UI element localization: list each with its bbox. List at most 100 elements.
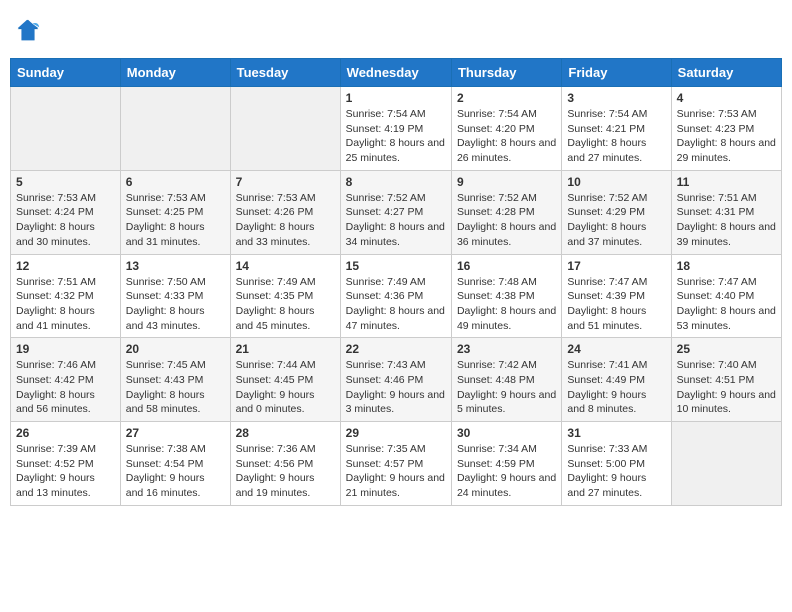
calendar-cell-1-4: 9Sunrise: 7:52 AMSunset: 4:28 PMDaylight… [451,170,561,254]
cell-line-1: Sunset: 4:39 PM [567,290,645,302]
cell-line-1: Sunset: 4:42 PM [16,374,94,386]
day-number: 29 [346,426,446,440]
cell-line-2: Daylight: 8 hours and 26 minutes. [457,137,556,164]
calendar-cell-1-0: 5Sunrise: 7:53 AMSunset: 4:24 PMDaylight… [11,170,121,254]
day-number: 31 [567,426,665,440]
day-number: 6 [126,175,225,189]
cell-line-1: Sunset: 4:21 PM [567,123,645,135]
cell-line-2: Daylight: 8 hours and 56 minutes. [16,389,95,416]
day-number: 15 [346,259,446,273]
calendar-cell-0-0 [11,87,121,171]
day-number: 9 [457,175,556,189]
calendar-cell-3-6: 25Sunrise: 7:40 AMSunset: 4:51 PMDayligh… [671,338,781,422]
day-number: 7 [236,175,335,189]
cell-line-2: Daylight: 8 hours and 30 minutes. [16,221,95,248]
calendar-week-1: 5Sunrise: 7:53 AMSunset: 4:24 PMDaylight… [11,170,782,254]
cell-line-0: Sunrise: 7:36 AM [236,443,316,455]
cell-line-2: Daylight: 9 hours and 24 minutes. [457,472,556,499]
cell-content: Sunrise: 7:46 AM Sunset: 4:42 PM Daylight:… [16,358,115,417]
cell-line-2: Daylight: 8 hours and 41 minutes. [16,305,95,332]
cell-line-0: Sunrise: 7:46 AM [16,359,96,371]
page-header [10,10,782,50]
cell-content: Sunrise: 7:52 AMSunset: 4:29 PMDaylight:… [567,191,665,250]
cell-line-1: Sunset: 4:48 PM [457,374,535,386]
cell-line-2: Daylight: 9 hours and 27 minutes. [567,472,646,499]
cell-content: Sunrise: 7:40 AMSunset: 4:51 PMDaylight:… [677,358,776,417]
cell-line-1: Sunset: 4:33 PM [126,290,204,302]
day-number: 13 [126,259,225,273]
cell-line-1: Sunset: 4:46 PM [346,374,424,386]
cell-line-1: Sunset: 4:43 PM [126,374,204,386]
calendar-cell-3-5: 24Sunrise: 7:41 AMSunset: 4:49 PMDayligh… [562,338,671,422]
cell-line-2: Daylight: 8 hours and 39 minutes. [677,221,776,248]
weekday-header-wednesday: Wednesday [340,59,451,87]
cell-line-2: Daylight: 9 hours and 3 minutes. [346,389,445,416]
calendar-cell-4-4: 30Sunrise: 7:34 AMSunset: 4:59 PMDayligh… [451,422,561,506]
cell-content: Sunrise: 7:48 AMSunset: 4:38 PMDaylight:… [457,275,556,334]
cell-line-1: Sunset: 4:51 PM [677,374,755,386]
cell-line-0: Sunrise: 7:54 AM [346,108,426,120]
cell-line-2: Daylight: 9 hours and 13 minutes. [16,472,95,499]
logo [14,16,46,44]
calendar-table: SundayMondayTuesdayWednesdayThursdayFrid… [10,58,782,506]
cell-line-0: Sunrise: 7:35 AM [346,443,426,455]
cell-content: Sunrise: 7:50 AMSunset: 4:33 PMDaylight:… [126,275,225,334]
calendar-cell-4-1: 27Sunrise: 7:38 AMSunset: 4:54 PMDayligh… [120,422,230,506]
calendar-cell-2-4: 16Sunrise: 7:48 AMSunset: 4:38 PMDayligh… [451,254,561,338]
cell-line-0: Sunrise: 7:52 AM [457,192,537,204]
day-number: 11 [677,175,776,189]
cell-line-1: Sunset: 4:45 PM [236,374,314,386]
cell-line-0: Sunrise: 7:51 AM [16,276,96,288]
cell-line-0: Sunrise: 7:53 AM [126,192,206,204]
cell-line-0: Sunrise: 7:39 AM [16,443,96,455]
cell-content: Sunrise: 7:47 AMSunset: 4:40 PMDaylight:… [677,275,776,334]
cell-line-0: Sunrise: 7:54 AM [457,108,537,120]
weekday-header-sunday: Sunday [11,59,121,87]
cell-line-0: Sunrise: 7:52 AM [567,192,647,204]
cell-content: Sunrise: 7:35 AMSunset: 4:57 PMDaylight:… [346,442,446,501]
calendar-cell-3-3: 22Sunrise: 7:43 AMSunset: 4:46 PMDayligh… [340,338,451,422]
calendar-cell-2-0: 12 Sunrise: 7:51 AMSunset: 4:32 PMDayligh… [11,254,121,338]
cell-line-1: Sunset: 4:54 PM [126,458,204,470]
day-number: 12 [16,259,115,273]
cell-line-0: Sunrise: 7:47 AM [567,276,647,288]
calendar-cell-0-5: 3Sunrise: 7:54 AMSunset: 4:21 PMDaylight… [562,87,671,171]
cell-content: Sunrise: 7:51 AMSunset: 4:32 PMDaylight:… [16,275,115,334]
day-number: 14 [236,259,335,273]
cell-content: Sunrise: 7:36 AMSunset: 4:56 PMDaylight:… [236,442,335,501]
cell-line-1: Sunset: 4:59 PM [457,458,535,470]
cell-line-2: Daylight: 8 hours and 43 minutes. [126,305,205,332]
calendar-cell-0-4: 2Sunrise: 7:54 AMSunset: 4:20 PMDaylight… [451,87,561,171]
day-number: 23 [457,342,556,356]
calendar-cell-4-5: 31Sunrise: 7:33 AMSunset: 5:00 PMDayligh… [562,422,671,506]
cell-line-2: Daylight: 9 hours and 8 minutes. [567,389,646,416]
calendar-cell-4-0: 26Sunrise: 7:39 AMSunset: 4:52 PMDayligh… [11,422,121,506]
cell-content: Sunrise: 7:49 AMSunset: 4:36 PMDaylight:… [346,275,446,334]
calendar-cell-0-3: 1Sunrise: 7:54 AMSunset: 4:19 PMDaylight… [340,87,451,171]
logo-icon [14,16,42,44]
cell-line-0: Sunrise: 7:41 AM [567,359,647,371]
cell-line-1: Sunset: 4:52 PM [16,458,94,470]
cell-content: Sunrise: 7:43 AM Sunset: 4:46 PM Daylight:… [346,358,446,417]
day-number: 28 [236,426,335,440]
calendar-cell-0-6: 4Sunrise: 7:53 AMSunset: 4:23 PMDaylight… [671,87,781,171]
cell-line-2: Daylight: 9 hours and 21 minutes. [346,472,445,499]
cell-line-1: Sunset: 4:35 PM [236,290,314,302]
cell-line-0: Sunrise: 7:52 AM [346,192,426,204]
cell-content: Sunrise: 7:45 AMSunset: 4:43 PMDaylight:… [126,358,225,417]
day-number: 19 [16,342,115,356]
cell-line-0: Sunrise: 7:53 AM [677,108,757,120]
cell-line-0: Sunrise: 7:51 AM [677,192,757,204]
cell-line-2: Daylight: 8 hours and 27 minutes. [567,137,646,164]
calendar-cell-4-3: 29 Sunrise: 7:35 AMSunset: 4:57 PMDayligh… [340,422,451,506]
calendar-cell-4-6 [671,422,781,506]
day-number: 8 [346,175,446,189]
cell-line-0: Sunrise: 7:49 AM [346,276,426,288]
cell-line-0: Sunrise: 7:43 AM [346,359,426,371]
calendar-cell-2-5: 17Sunrise: 7:47 AMSunset: 4:39 PMDayligh… [562,254,671,338]
cell-line-1: Sunset: 4:28 PM [457,206,535,218]
cell-line-2: Daylight: 8 hours and 31 minutes. [126,221,205,248]
cell-content: Sunrise: 7:54 AMSunset: 4:19 PMDaylight:… [346,107,446,166]
cell-line-1: Sunset: 4:40 PM [677,290,755,302]
weekday-header-saturday: Saturday [671,59,781,87]
